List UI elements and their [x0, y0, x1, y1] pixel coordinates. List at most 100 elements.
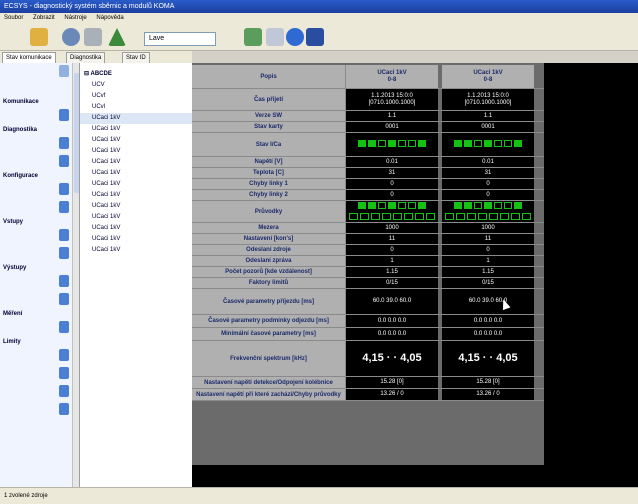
row-value: 1	[346, 256, 440, 266]
module-icon[interactable]	[59, 367, 69, 379]
tool-icon[interactable]	[84, 28, 102, 46]
save-icon[interactable]	[306, 28, 324, 46]
tree-item[interactable]: UCV	[80, 80, 192, 91]
menu-item-tools[interactable]: Nástroje	[64, 15, 86, 21]
status-indicator	[522, 212, 531, 220]
tree-item[interactable]: UCaci 1kV	[80, 201, 192, 212]
row-value: 0	[442, 245, 536, 255]
row-value: 0.0 0.0 0.0	[346, 328, 440, 340]
row-value: 0.0 0.0 0.0	[442, 315, 536, 327]
menu-item-view[interactable]: Zobrazit	[33, 15, 55, 21]
tree-item[interactable]: UCaci 1kV	[80, 212, 192, 223]
row-label: Odeslaní zdroje	[192, 245, 346, 255]
tree-root[interactable]: ⊟ ABCDE	[80, 69, 192, 80]
wrench-icon[interactable]	[30, 28, 48, 46]
menu-item-help[interactable]: Nápověda	[96, 15, 123, 21]
tree-item[interactable]: UCvl	[80, 102, 192, 113]
row-label: Faktory limitů	[192, 278, 346, 288]
tree-item[interactable]: UCaci 1kV	[80, 124, 192, 135]
tab-communication[interactable]: Stav komunikace	[2, 52, 56, 63]
row-label: Nastavení napětí detekce/Odpojení kolébn…	[192, 377, 346, 388]
tree-item[interactable]: UCvf	[80, 91, 192, 102]
tree-item[interactable]: UCaci 1kV	[80, 245, 192, 256]
grid-bottom-area	[192, 465, 544, 487]
tree-item[interactable]: UCaci 1kV	[80, 113, 192, 124]
tree-icon[interactable]	[108, 28, 126, 46]
tree-item[interactable]: UCaci 1kV	[80, 190, 192, 201]
row-value: 60.0 39.0 60.0	[442, 289, 536, 314]
status-indicator	[454, 202, 462, 210]
row-label: Stav karty	[192, 122, 346, 132]
row-value: 0.0 0.0 0.0	[442, 328, 536, 340]
grid-row: Nastavení [kon's] 11 11	[192, 234, 544, 245]
row-label: Napětí [V]	[192, 157, 346, 167]
module-icon[interactable]	[59, 201, 69, 213]
module-icon[interactable]	[59, 183, 69, 195]
module-icon[interactable]	[59, 155, 69, 167]
row-value: 15.28 [0]	[442, 377, 536, 388]
module-icon[interactable]	[59, 229, 69, 241]
row-label: Průvodky	[192, 201, 346, 222]
row-value: 1000	[442, 223, 536, 233]
row-value: 13.26 / 0	[346, 389, 440, 400]
row-value: 0.01	[346, 157, 440, 167]
row-value: 0.01	[442, 157, 536, 167]
tab-diagnostics[interactable]: Diagnostika	[66, 52, 106, 63]
row-value: 0/15	[442, 278, 536, 288]
row-value: 0	[346, 245, 440, 255]
search-icon[interactable]	[62, 28, 80, 46]
menu-item-file[interactable]: Soubor	[4, 15, 23, 21]
module-icon[interactable]	[59, 321, 69, 333]
left-panel-row	[0, 401, 79, 419]
grid-row: Chyby linky 100	[192, 179, 544, 190]
section-header: Konfigurace	[3, 173, 39, 179]
row-value: 11	[442, 234, 536, 244]
row-label: Verze SW	[192, 111, 346, 121]
module-icon[interactable]	[59, 275, 69, 287]
column-header: UCaci 1kV 0-8	[442, 65, 536, 88]
document-icon[interactable]	[266, 28, 284, 46]
status-indicator	[514, 140, 522, 148]
module-icon[interactable]	[59, 403, 69, 415]
module-icon[interactable]	[59, 247, 69, 259]
module-icon[interactable]	[59, 349, 69, 361]
status-indicator	[388, 202, 396, 210]
row-label: Nastavení napětí při které zachází/Chyby…	[192, 389, 346, 400]
tree-item[interactable]: UCaci 1kV	[80, 223, 192, 234]
module-icon[interactable]	[59, 65, 69, 77]
module-icon[interactable]	[59, 385, 69, 397]
row-value: 0	[346, 190, 440, 200]
status-indicator	[504, 202, 512, 210]
row-label: Čas přijetí	[192, 89, 346, 110]
row-value: 13.26 / 0	[442, 389, 536, 400]
status-indicator	[358, 140, 366, 148]
indicator-row	[357, 140, 427, 148]
row-value	[442, 133, 536, 156]
info-icon[interactable]	[286, 28, 304, 46]
status-indicator	[445, 212, 454, 220]
left-panel-row	[0, 181, 79, 199]
tree-item[interactable]: UCaci 1kV	[80, 157, 192, 168]
tree-item[interactable]: UCaci 1kV	[80, 234, 192, 245]
tab-state[interactable]: Stav ID	[122, 52, 150, 63]
row-value: 31	[442, 168, 536, 178]
module-icon[interactable]	[59, 109, 69, 121]
module-icon[interactable]	[59, 137, 69, 149]
left-panel-scrollbar[interactable]	[72, 63, 79, 487]
grid-row: Teplota [C] 31 31	[192, 168, 544, 179]
source-combo[interactable]: Lave	[144, 32, 216, 46]
status-indicator	[474, 140, 482, 148]
grid-row: Stav I/Ca	[192, 133, 544, 157]
module-icon[interactable]	[59, 293, 69, 305]
row-value: 0	[442, 190, 536, 200]
indicator-row	[357, 202, 427, 210]
status-indicator	[478, 212, 487, 220]
tree-item[interactable]: UCaci 1kV	[80, 135, 192, 146]
tree-item[interactable]: UCaci 1kV	[80, 168, 192, 179]
tree-item[interactable]: UCaci 1kV	[80, 146, 192, 157]
grid-row: Odeslaní zdroje 0 0	[192, 245, 544, 256]
refresh-icon[interactable]	[244, 28, 262, 46]
tree-item[interactable]: UCaci 1kV	[80, 179, 192, 190]
row-value: 0001	[346, 122, 440, 132]
grid-row: Frekvenční spektrum [kHz] 4,15 · · 4,05 4,…	[192, 341, 544, 377]
